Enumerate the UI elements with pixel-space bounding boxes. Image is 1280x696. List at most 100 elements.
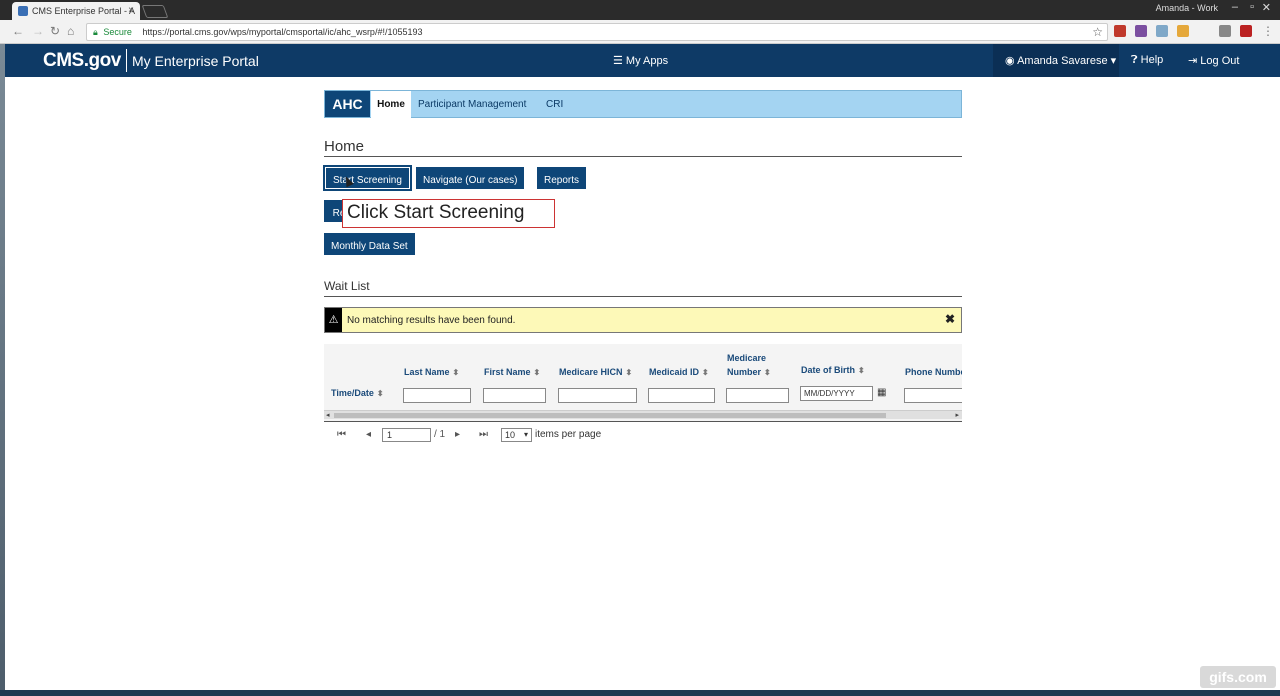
scroll-right-icon[interactable]: ▸ [955, 411, 959, 419]
chrome-menu-icon[interactable]: ⋮ [1262, 24, 1274, 38]
app-nav-bar: AHC Home Participant Management CRI [324, 90, 962, 118]
browser-profile-name[interactable]: Amanda - Work [1156, 3, 1218, 13]
first-page-icon[interactable]: ⏮ [337, 429, 346, 440]
nav-item-participant-management[interactable]: Participant Management [418, 99, 526, 110]
user-avatar-icon: ◉ [1005, 55, 1018, 67]
column-header-medicare-number[interactable]: Medicare Number ⬍ [727, 351, 771, 380]
logo-divider [126, 49, 127, 72]
column-label: Date of Birth [801, 365, 855, 375]
extension-onenote-icon[interactable] [1135, 25, 1147, 37]
help-link[interactable]: ❓︎ Help [1131, 54, 1163, 67]
phone-number-filter[interactable] [904, 388, 962, 403]
last-page-icon[interactable]: ⏭ [479, 429, 488, 440]
nav-item-home[interactable]: Home [371, 91, 411, 118]
browser-tab-title: CMS Enterprise Portal - A [32, 6, 136, 16]
logout-link[interactable]: ⇥ Log Out [1188, 54, 1239, 67]
page-size-select[interactable]: 10 ▾ [501, 428, 532, 442]
address-bar[interactable]: 🔒︎ Secure https://portal.cms.gov/wps/myp… [86, 23, 1108, 41]
navigate-our-cases-button[interactable]: Navigate (Our cases) [416, 167, 525, 189]
no-results-alert: ⚠ No matching results have been found. ✖ [324, 307, 962, 333]
my-apps-label: My Apps [625, 55, 669, 67]
minimize-icon[interactable]: – [1232, 1, 1238, 13]
help-label: Help [1140, 54, 1164, 66]
date-of-birth-filter[interactable]: MM/DD/YYYY [800, 386, 873, 401]
calendar-icon[interactable]: ▦ [877, 387, 886, 398]
medicare-hicn-filter[interactable] [558, 388, 637, 403]
lock-icon: 🔒︎ [93, 27, 98, 37]
first-name-filter[interactable] [483, 388, 546, 403]
sort-icon: ⬍ [858, 366, 865, 375]
last-name-filter[interactable] [403, 388, 471, 403]
column-header-medicaid-id[interactable]: Medicaid ID ⬍ [649, 365, 709, 380]
warning-icon: ⚠ [325, 308, 342, 332]
app-brand[interactable]: AHC [325, 91, 370, 117]
new-tab-button[interactable] [141, 5, 169, 18]
extension-icon[interactable] [1156, 25, 1168, 37]
page-title: Home [324, 138, 365, 155]
alert-close-icon[interactable]: ✖ [945, 312, 955, 326]
cms-favicon-icon [18, 6, 28, 16]
portal-name: My Enterprise Portal [132, 53, 259, 69]
sort-icon: ⬍ [702, 368, 709, 377]
nav-item-cri[interactable]: CRI [546, 99, 563, 110]
logout-label: Log Out [1200, 55, 1240, 67]
cms-logo[interactable]: CMS.gov [43, 50, 121, 72]
reload-icon[interactable]: ↻ [50, 24, 60, 38]
column-header-time-date[interactable]: Time/Date ⬍ [331, 386, 384, 401]
wait-list-title: Wait List [324, 279, 370, 293]
extension-lastpass-icon[interactable] [1114, 25, 1126, 37]
scroll-thumb[interactable] [334, 413, 886, 418]
bookmark-star-icon[interactable]: ☆ [1092, 25, 1103, 39]
browser-tab-strip: CMS Enterprise Portal - A × Amanda - Wor… [0, 0, 1280, 20]
column-header-date-of-birth[interactable]: Date of Birth ⬍ [801, 363, 865, 378]
items-per-page-label: items per page [535, 429, 602, 440]
column-label: Phone Numbe [905, 367, 962, 377]
medicaid-id-filter[interactable] [648, 388, 715, 403]
sort-icon: ⬍ [376, 389, 384, 398]
user-menu[interactable]: ◉ Amanda Savarese ▾ [993, 44, 1119, 77]
page-number-input[interactable]: 1 [382, 428, 431, 442]
tab-close-icon[interactable]: × [128, 5, 134, 16]
tutorial-callout: Click Start Screening [342, 199, 555, 228]
extension-icon[interactable] [1219, 25, 1231, 37]
column-label: Last Name [404, 367, 450, 377]
desktop-edge [0, 44, 5, 696]
start-screening-button[interactable]: Start Screening [323, 165, 412, 191]
column-label: Medicare [727, 353, 767, 363]
horizontal-scrollbar[interactable]: ◂ ▸ [324, 410, 962, 419]
sort-icon: ⬍ [764, 368, 771, 377]
back-icon[interactable]: ← [12, 24, 24, 38]
home-icon[interactable]: ⌂ [67, 24, 74, 38]
reports-button[interactable]: Reports [537, 167, 587, 189]
caret-down-icon: ▾ [1107, 55, 1117, 67]
extension-icon[interactable] [1177, 25, 1189, 37]
column-header-last-name[interactable]: Last Name ⬍ [404, 365, 459, 380]
monthly-data-set-button[interactable]: Monthly Data Set [324, 233, 415, 255]
medicare-number-filter[interactable] [726, 388, 789, 403]
forward-icon[interactable]: → [32, 24, 44, 38]
column-label: Medicaid ID [649, 367, 700, 377]
extension-pdf-icon[interactable] [1240, 25, 1252, 37]
menu-bars-icon: ☰ [613, 55, 626, 67]
divider [324, 296, 962, 297]
sort-icon: ⬍ [452, 368, 460, 377]
question-icon: ❓︎ [1131, 54, 1141, 66]
alert-message: No matching results have been found. [347, 315, 516, 326]
taskbar-edge [0, 690, 1280, 696]
next-page-icon[interactable]: ▸ [455, 429, 460, 440]
column-header-medicare-hicn[interactable]: Medicare HICN ⬍ [559, 365, 632, 380]
divider [324, 421, 962, 422]
prev-page-icon[interactable]: ◂ [366, 429, 371, 440]
scroll-left-icon[interactable]: ◂ [326, 411, 330, 419]
restore-icon[interactable]: ▫ [1250, 1, 1254, 13]
window-close-icon[interactable]: ✕ [1262, 1, 1271, 14]
column-header-first-name[interactable]: First Name ⬍ [484, 365, 540, 380]
browser-tab[interactable]: CMS Enterprise Portal - A × [12, 2, 140, 20]
sort-icon: ⬍ [625, 368, 633, 377]
column-header-phone-number[interactable]: Phone Numbe [905, 365, 962, 379]
column-label: First Name [484, 367, 531, 377]
wait-list-grid: Time/Date ⬍ Last Name ⬍ First Name ⬍ Medica… [324, 344, 962, 421]
watermark: gifs.com [1200, 666, 1276, 688]
sign-out-icon: ⇥ [1188, 55, 1201, 67]
my-apps-link[interactable]: ☰ My Apps [613, 54, 668, 67]
